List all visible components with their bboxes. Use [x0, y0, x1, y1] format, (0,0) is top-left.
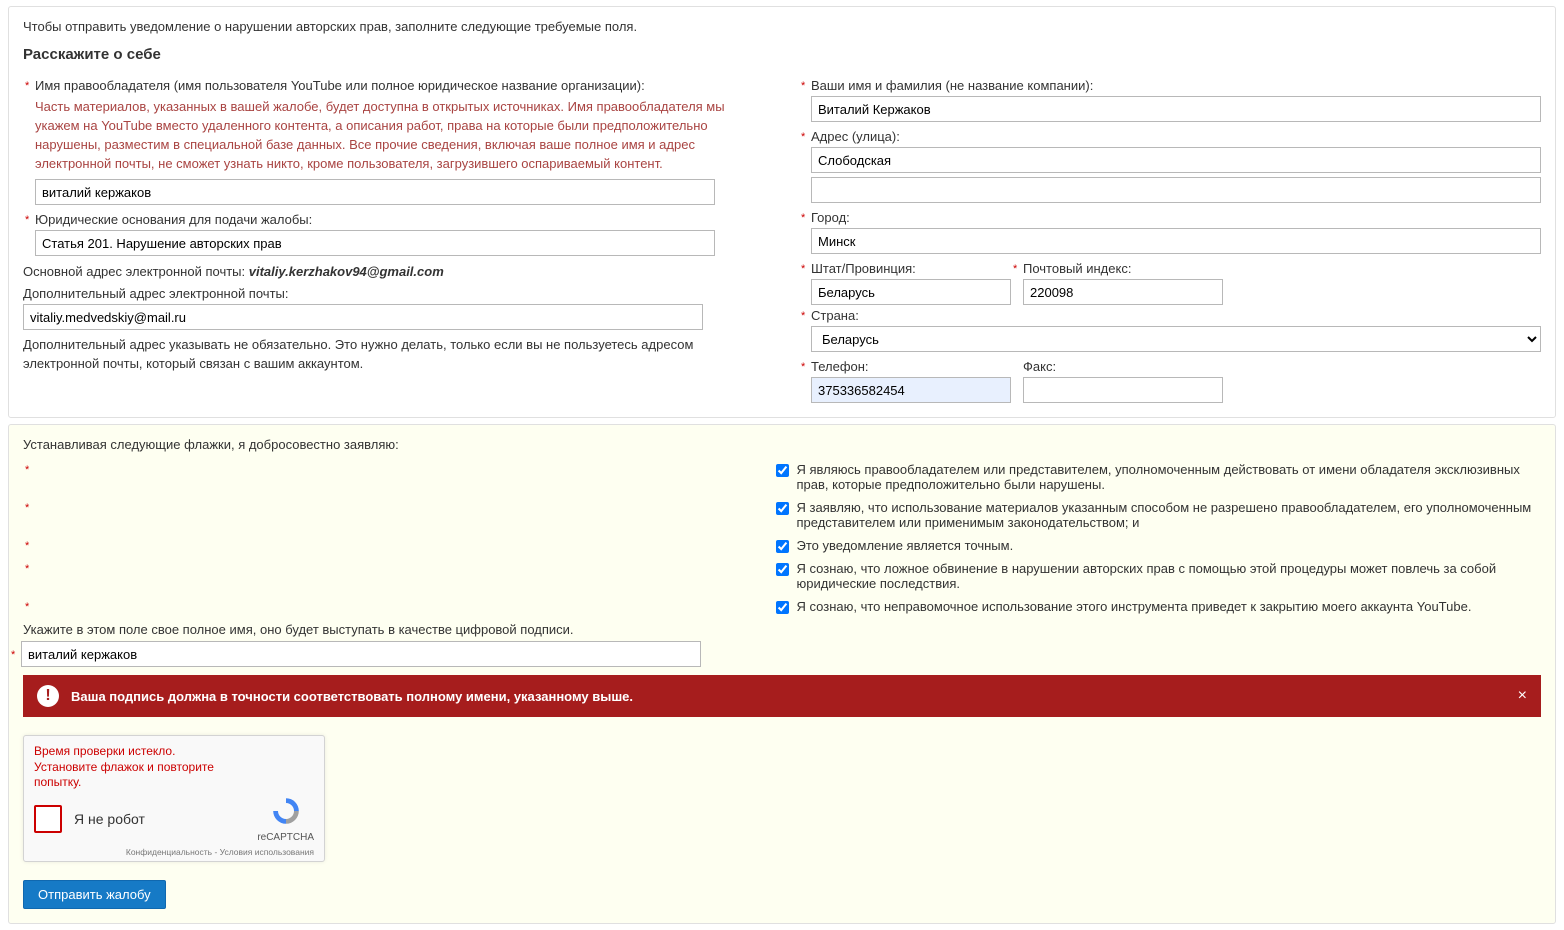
recaptcha-widget: Время проверки истекло. Установите флажо…: [23, 735, 325, 862]
zip-input[interactable]: [1023, 279, 1223, 305]
legal-basis-input[interactable]: [35, 230, 715, 256]
street-label: Адрес (улица):: [811, 129, 900, 144]
primary-email-label: Основной адрес электронной почты:: [23, 264, 249, 279]
country-label: Страна:: [811, 308, 859, 323]
street-input[interactable]: [811, 147, 1541, 173]
check-false-claim-label: Я сознаю, что ложное обвинение в нарушен…: [797, 561, 1542, 591]
recaptcha-brand: reCAPTCHA: [257, 832, 314, 843]
street2-input[interactable]: [811, 177, 1541, 203]
check-account-termination-label: Я сознаю, что неправомочное использовани…: [797, 599, 1542, 614]
check-account-termination[interactable]: [776, 601, 789, 614]
signature-input[interactable]: [21, 641, 701, 667]
alert-signature-mismatch: ! Ваша подпись должна в точности соответ…: [23, 675, 1541, 717]
legal-basis-label: Юридические основания для подачи жалобы:: [35, 212, 312, 227]
recaptcha-links[interactable]: Конфиденциальность - Условия использован…: [34, 847, 314, 857]
state-input[interactable]: [811, 279, 1011, 305]
recaptcha-logo-icon: [270, 795, 302, 827]
check-accurate[interactable]: [776, 540, 789, 553]
about-you-section: Чтобы отправить уведомление о нарушении …: [8, 6, 1556, 418]
state-label: Штат/Провинция:: [811, 261, 916, 276]
owner-name-input[interactable]: [35, 179, 715, 205]
check-false-claim[interactable]: [776, 563, 789, 576]
owner-name-label: Имя правообладателя (имя пользователя Yo…: [35, 78, 645, 93]
city-input[interactable]: [811, 228, 1541, 254]
declarations-intro: Устанавливая следующие флажки, я добросо…: [23, 437, 1541, 452]
recaptcha-label: Я не робот: [74, 811, 145, 827]
intro-text: Чтобы отправить уведомление о нарушении …: [23, 19, 1541, 34]
signature-label: Укажите в этом поле свое полное имя, оно…: [23, 622, 1541, 637]
alert-close-icon[interactable]: ×: [1518, 687, 1527, 705]
country-select[interactable]: Беларусь: [811, 326, 1541, 352]
phone-label: Телефон:: [811, 359, 869, 374]
phone-input[interactable]: [811, 377, 1011, 403]
zip-label: Почтовый индекс:: [1023, 261, 1131, 276]
fullname-label: Ваши имя и фамилия (не название компании…: [811, 78, 1093, 93]
fullname-input[interactable]: [811, 96, 1541, 122]
check-unauthorized-label: Я заявляю, что использование материалов …: [797, 500, 1542, 530]
section-heading: Расскажите о себе: [23, 46, 1541, 63]
recaptcha-expired-text: Время проверки истекло. Установите флажо…: [34, 744, 224, 791]
alt-email-input[interactable]: [23, 304, 703, 330]
alert-text: Ваша подпись должна в точности соответст…: [71, 689, 633, 704]
check-unauthorized[interactable]: [776, 502, 789, 515]
alert-icon: !: [37, 685, 59, 707]
check-accurate-label: Это уведомление является точным.: [797, 538, 1542, 553]
owner-warning: Часть материалов, указанных в вашей жало…: [35, 98, 765, 173]
check-owner-label: Я являюсь правообладателем или представи…: [797, 462, 1542, 492]
primary-email-value: vitaliy.kerzhakov94@gmail.com: [249, 264, 444, 279]
fax-label: Факс:: [1023, 359, 1056, 374]
alt-email-label: Дополнительный адрес электронной почты:: [23, 286, 288, 301]
submit-button[interactable]: Отправить жалобу: [23, 880, 166, 909]
alt-email-help: Дополнительный адрес указывать не обязат…: [23, 330, 765, 372]
recaptcha-checkbox[interactable]: [34, 805, 62, 833]
city-label: Город:: [811, 210, 850, 225]
declarations-section: Устанавливая следующие флажки, я добросо…: [8, 424, 1556, 924]
fax-input[interactable]: [1023, 377, 1223, 403]
check-owner[interactable]: [776, 464, 789, 477]
